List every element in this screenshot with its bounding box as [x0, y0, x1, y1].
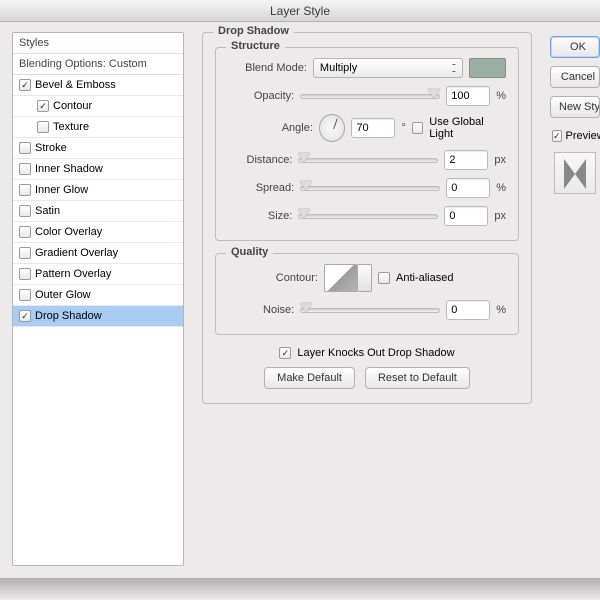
- knockout-checkbox[interactable]: [279, 347, 291, 359]
- sidebar-checkbox[interactable]: [19, 79, 31, 91]
- reset-default-button[interactable]: Reset to Default: [365, 367, 470, 389]
- window-shadow: [0, 578, 600, 600]
- sidebar-header[interactable]: Styles: [13, 33, 183, 54]
- spread-unit: %: [496, 182, 506, 194]
- sidebar-item-bevel-emboss[interactable]: Bevel & Emboss: [13, 75, 183, 96]
- spread-label: Spread:: [228, 182, 294, 194]
- noise-unit: %: [496, 304, 506, 316]
- opacity-input[interactable]: [446, 86, 490, 106]
- size-slider[interactable]: [298, 209, 438, 223]
- make-default-button[interactable]: Make Default: [264, 367, 355, 389]
- sidebar-item-label: Outer Glow: [35, 289, 91, 301]
- sidebar-checkbox[interactable]: [19, 289, 31, 301]
- sidebar-item-contour[interactable]: Contour: [13, 96, 183, 117]
- sidebar-item-label: Gradient Overlay: [35, 247, 118, 259]
- sidebar-checkbox[interactable]: [19, 142, 31, 154]
- sidebar-checkbox[interactable]: [19, 247, 31, 259]
- sidebar-item-stroke[interactable]: Stroke: [13, 138, 183, 159]
- preview-thumbnail: [554, 152, 596, 194]
- styles-sidebar: Styles Blending Options: Custom Bevel & …: [12, 32, 184, 566]
- sidebar-checkbox[interactable]: [37, 100, 49, 112]
- sidebar-checkbox[interactable]: [19, 184, 31, 196]
- structure-legend: Structure: [226, 40, 285, 52]
- sidebar-item-label: Drop Shadow: [35, 310, 102, 322]
- sidebar-item-label: Stroke: [35, 142, 67, 154]
- sidebar-item-label: Bevel & Emboss: [35, 79, 116, 91]
- distance-label: Distance:: [228, 154, 292, 166]
- sidebar-item-label: Contour: [53, 100, 92, 112]
- quality-group: Quality Contour: Anti-aliased Noise:: [215, 253, 519, 335]
- angle-label: Angle:: [228, 122, 313, 134]
- spread-slider[interactable]: [300, 181, 440, 195]
- use-global-light-label: Use Global Light: [429, 116, 506, 140]
- sidebar-item-texture[interactable]: Texture: [13, 117, 183, 138]
- sidebar-item-label: Texture: [53, 121, 89, 133]
- angle-input[interactable]: [351, 118, 395, 138]
- noise-slider[interactable]: [300, 303, 440, 317]
- drop-shadow-group: Drop Shadow Structure Blend Mode: Multip…: [202, 32, 532, 404]
- sidebar-checkbox[interactable]: [37, 121, 49, 133]
- sidebar-checkbox[interactable]: [19, 226, 31, 238]
- new-style-button[interactable]: New Style...: [550, 96, 600, 118]
- sidebar-checkbox[interactable]: [19, 310, 31, 322]
- blending-options-row[interactable]: Blending Options: Custom: [13, 54, 183, 75]
- sidebar-item-outer-glow[interactable]: Outer Glow: [13, 285, 183, 306]
- contour-picker[interactable]: [324, 264, 358, 292]
- angle-dial[interactable]: [319, 114, 346, 142]
- ok-button[interactable]: OK: [550, 36, 600, 58]
- noise-input[interactable]: [446, 300, 490, 320]
- sidebar-item-label: Inner Glow: [35, 184, 88, 196]
- knockout-label: Layer Knocks Out Drop Shadow: [297, 347, 454, 359]
- use-global-light-checkbox[interactable]: [412, 122, 423, 134]
- sidebar-item-satin[interactable]: Satin: [13, 201, 183, 222]
- drop-shadow-legend: Drop Shadow: [213, 25, 294, 37]
- sidebar-item-pattern-overlay[interactable]: Pattern Overlay: [13, 264, 183, 285]
- sidebar-item-label: Satin: [35, 205, 60, 217]
- structure-group: Structure Blend Mode: Multiply Opacity:: [215, 47, 519, 241]
- preview-checkbox[interactable]: [552, 130, 562, 142]
- window-title: Layer Style: [0, 0, 600, 22]
- angle-unit: °: [401, 122, 405, 134]
- size-label: Size:: [228, 210, 292, 222]
- anti-aliased-checkbox[interactable]: [378, 272, 390, 284]
- size-input[interactable]: [444, 206, 488, 226]
- anti-aliased-label: Anti-aliased: [396, 272, 453, 284]
- cancel-button[interactable]: Cancel: [550, 66, 600, 88]
- sidebar-item-label: Inner Shadow: [35, 163, 103, 175]
- sidebar-item-label: Color Overlay: [35, 226, 102, 238]
- distance-slider[interactable]: [298, 153, 438, 167]
- sidebar-checkbox[interactable]: [19, 205, 31, 217]
- size-unit: px: [494, 210, 506, 222]
- dialog-button-column: OK Cancel New Style... Preview: [550, 32, 600, 566]
- opacity-unit: %: [496, 90, 506, 102]
- sidebar-item-gradient-overlay[interactable]: Gradient Overlay: [13, 243, 183, 264]
- distance-input[interactable]: [444, 150, 488, 170]
- blend-mode-label: Blend Mode:: [228, 62, 307, 74]
- sidebar-item-inner-shadow[interactable]: Inner Shadow: [13, 159, 183, 180]
- sidebar-checkbox[interactable]: [19, 163, 31, 175]
- contour-label: Contour:: [228, 272, 318, 284]
- sidebar-item-drop-shadow[interactable]: Drop Shadow: [13, 306, 183, 327]
- contour-dropdown-button[interactable]: [358, 264, 372, 292]
- distance-unit: px: [494, 154, 506, 166]
- spread-input[interactable]: [446, 178, 490, 198]
- shadow-color-swatch[interactable]: [469, 58, 506, 78]
- quality-legend: Quality: [226, 246, 273, 258]
- opacity-slider[interactable]: [300, 89, 440, 103]
- preview-label: Preview: [566, 130, 600, 142]
- noise-label: Noise:: [228, 304, 294, 316]
- sidebar-checkbox[interactable]: [19, 268, 31, 280]
- sidebar-item-color-overlay[interactable]: Color Overlay: [13, 222, 183, 243]
- blend-mode-select[interactable]: Multiply: [313, 58, 463, 78]
- sidebar-item-inner-glow[interactable]: Inner Glow: [13, 180, 183, 201]
- opacity-label: Opacity:: [228, 90, 294, 102]
- sidebar-item-label: Pattern Overlay: [35, 268, 111, 280]
